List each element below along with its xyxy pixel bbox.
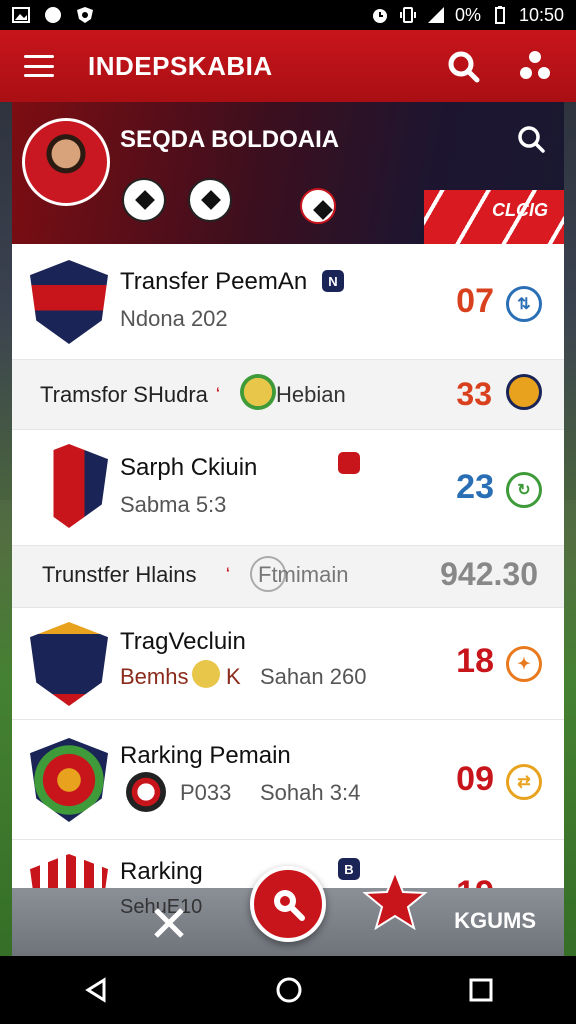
flame-icon[interactable]: ✦: [506, 646, 542, 682]
crossed-flags-icon[interactable]: [152, 906, 186, 940]
status-bar: 0% 10:50: [0, 0, 576, 30]
ranking-list: Transfer PeemAn N Ndona 202 07 ⇅ Tramsfo…: [12, 244, 564, 940]
battery-icon: [494, 6, 505, 24]
tick-mark: ʻ: [226, 564, 230, 580]
app-title: INDEPSKABIA: [88, 50, 273, 81]
hamburger-icon[interactable]: [24, 55, 54, 77]
team-badge: B: [338, 858, 360, 880]
team-sub-left: P033: [180, 780, 232, 805]
back-icon[interactable]: [82, 976, 110, 1004]
team-name: Sarph Ckiuin: [120, 454, 258, 481]
alarm-icon: [372, 9, 387, 23]
home-icon[interactable]: [274, 975, 304, 1005]
player-hero-card[interactable]: SEQDA BOLDOAIA CLCIG: [12, 102, 564, 244]
transfer-arrow-icon[interactable]: ⇅: [506, 286, 542, 322]
search-icon[interactable]: [446, 49, 480, 83]
vibrate-icon: [399, 7, 416, 23]
score-value: 23: [456, 468, 494, 506]
team-badge: N: [322, 270, 344, 292]
club-crest-icon: [30, 260, 108, 344]
team-sub: Ndona 202: [120, 306, 228, 331]
transfer-row[interactable]: Trunstfer Hlains ʻ Ftmimain 942.30: [12, 546, 564, 608]
transfer-arrow-icon[interactable]: ↻: [506, 472, 542, 508]
transfer-label: Ftmimain: [258, 562, 349, 587]
trophy-icon[interactable]: [506, 374, 542, 410]
recents-icon[interactable]: [468, 977, 494, 1003]
player-name: SEQDA BOLDOAIA: [120, 126, 340, 153]
transfer-value: 33: [456, 376, 492, 412]
team-sub-mid: K: [226, 664, 241, 689]
team-sub-left: Bemhs: [120, 664, 189, 689]
transfer-text: Tramsfor SHudra: [40, 382, 208, 407]
team-name: TragVecluin: [120, 628, 246, 655]
football-icon: [188, 178, 232, 222]
transfer-arrow-icon[interactable]: ⇄: [506, 764, 542, 800]
transfer-text: Trunstfer Hlains: [42, 562, 197, 587]
tick-mark: ʻ: [216, 384, 220, 400]
search-icon[interactable]: [516, 124, 546, 154]
signal-icon: [427, 7, 444, 23]
team-name: Rarking: [120, 858, 203, 885]
search-fab[interactable]: [250, 866, 326, 942]
hero-tag: CLCIG: [492, 200, 548, 220]
notification-dot-icon: [45, 7, 61, 23]
people-icon[interactable]: [518, 49, 552, 83]
team-badge: [338, 452, 360, 474]
club-crest-icon: [30, 622, 108, 706]
gallery-icon: [12, 7, 30, 23]
team-sub-right: Sahan 260: [260, 664, 367, 689]
search-icon: [274, 890, 305, 921]
player-face-icon: [126, 772, 166, 812]
list-item[interactable]: Rarking Pemain P033 Sohah 3:4 09 ⇄: [12, 720, 564, 840]
list-item[interactable]: Transfer PeemAn N Ndona 202 07 ⇅: [12, 244, 564, 360]
transfer-value: 942.30: [440, 556, 538, 592]
score-value: 09: [456, 760, 494, 798]
clock: 10:50: [518, 4, 564, 25]
score-value: 18: [456, 642, 494, 680]
bottom-action-bar: SehuE10 KGUMS: [12, 866, 564, 956]
football-icon: [122, 178, 166, 222]
list-item[interactable]: Sarph Ckiuin Sabma 5:3 23 ↻: [12, 430, 564, 546]
list-item[interactable]: TragVecluin Bemhs K Sahan 260 18 ✦: [12, 608, 564, 720]
app-bar: INDEPSKABIA: [0, 30, 576, 102]
chat-icon: [240, 374, 276, 410]
team-name: Rarking Pemain: [120, 742, 291, 769]
club-crest-icon: [30, 444, 108, 528]
battery-percent: 0%: [454, 4, 481, 25]
player-avatar: [22, 118, 110, 206]
bottom-label[interactable]: KGUMS: [454, 908, 536, 934]
transfer-row[interactable]: Tramsfor SHudra ʻ Hebian 33: [12, 360, 564, 430]
team-sub: Sabma 5:3: [120, 492, 227, 517]
star-icon[interactable]: [362, 870, 428, 930]
system-nav-bar: [0, 956, 576, 1024]
club-crest-icon: [30, 738, 108, 822]
transfer-label: Hebian: [276, 382, 346, 407]
football-icon: [300, 188, 336, 224]
score-value: 07: [456, 282, 494, 320]
team-sub-right: Sohah 3:4: [260, 780, 361, 805]
shield-icon: [77, 7, 93, 23]
team-name: Transfer PeemAn: [120, 268, 308, 295]
emoji-icon: [192, 660, 220, 688]
